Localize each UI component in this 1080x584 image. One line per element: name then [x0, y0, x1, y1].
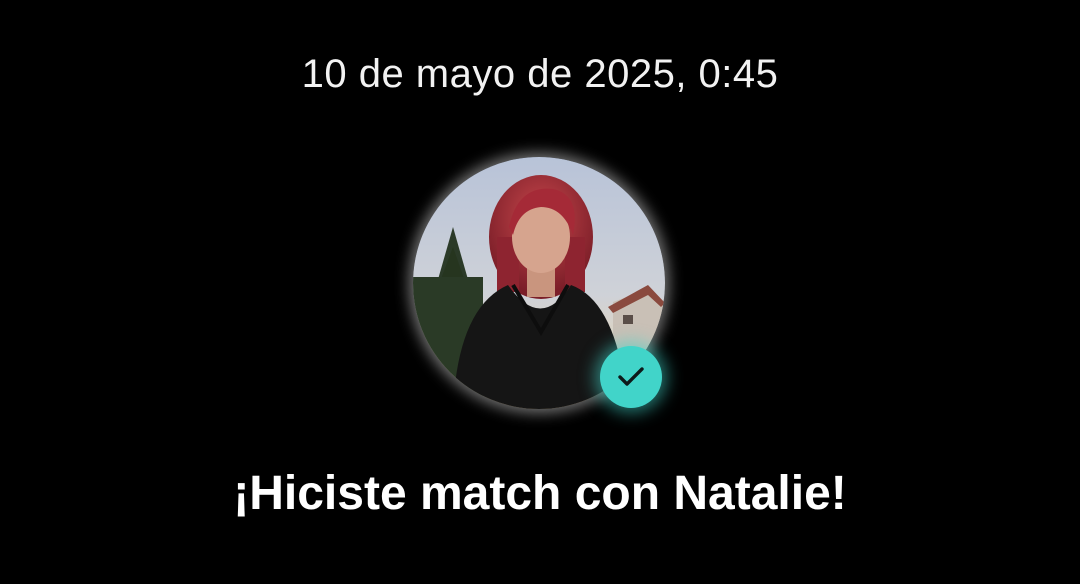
avatar-container	[413, 157, 665, 409]
checkmark-icon	[618, 367, 644, 386]
match-timestamp: 10 de mayo de 2025, 0:45	[301, 52, 779, 96]
match-headline: ¡Hiciste match con Natalie!	[233, 467, 847, 520]
verified-badge	[600, 346, 662, 408]
